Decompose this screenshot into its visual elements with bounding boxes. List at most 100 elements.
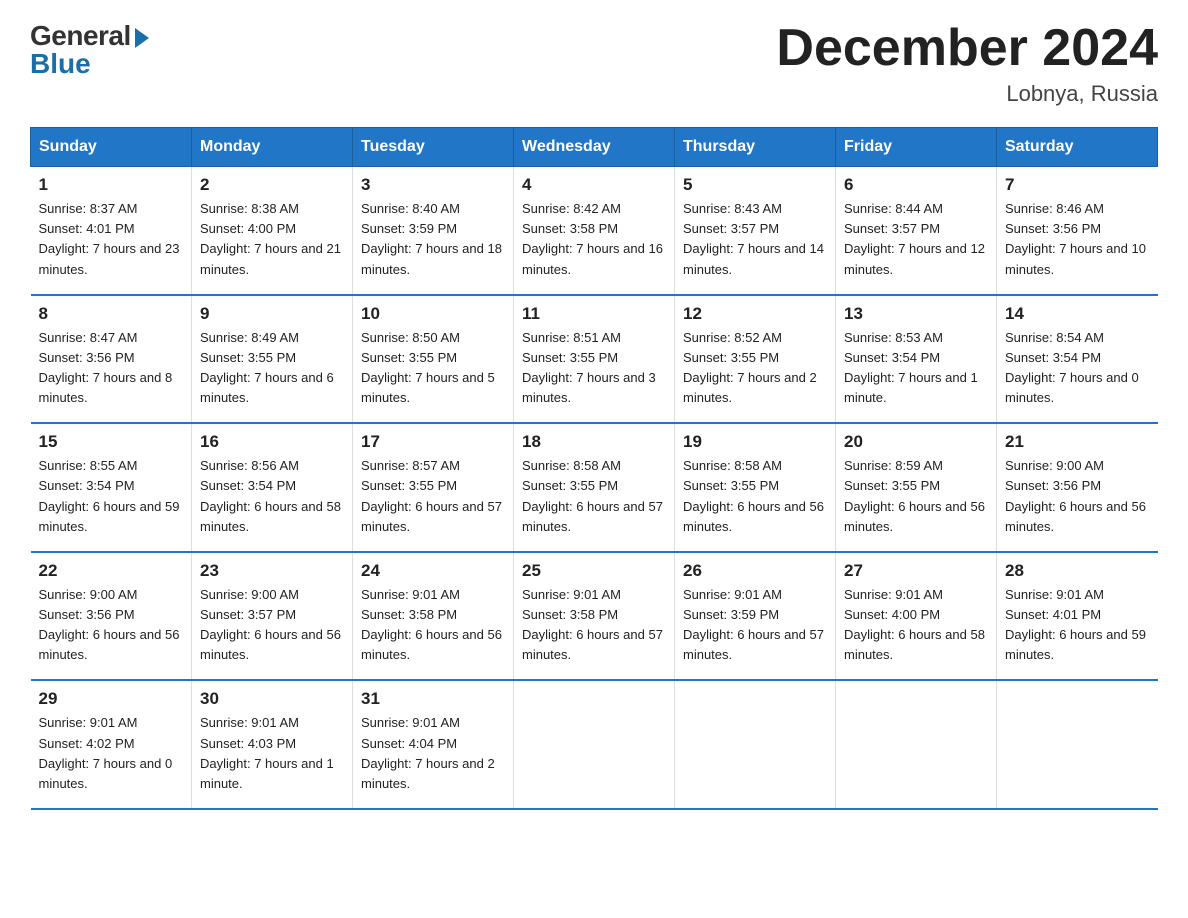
- day-info: Sunrise: 8:47 AMSunset: 3:56 PMDaylight:…: [39, 330, 173, 405]
- day-info: Sunrise: 9:01 AMSunset: 3:58 PMDaylight:…: [361, 587, 502, 662]
- day-info: Sunrise: 8:57 AMSunset: 3:55 PMDaylight:…: [361, 458, 502, 533]
- week-row-4: 22 Sunrise: 9:00 AMSunset: 3:56 PMDaylig…: [31, 552, 1158, 681]
- day-info: Sunrise: 8:49 AMSunset: 3:55 PMDaylight:…: [200, 330, 334, 405]
- day-info: Sunrise: 8:44 AMSunset: 3:57 PMDaylight:…: [844, 201, 985, 276]
- day-number: 12: [683, 304, 827, 324]
- day-number: 22: [39, 561, 184, 581]
- day-info: Sunrise: 9:01 AMSunset: 3:59 PMDaylight:…: [683, 587, 824, 662]
- day-info: Sunrise: 8:54 AMSunset: 3:54 PMDaylight:…: [1005, 330, 1139, 405]
- cell-week3-day6: 21 Sunrise: 9:00 AMSunset: 3:56 PMDaylig…: [997, 423, 1158, 552]
- cell-week1-day2: 3 Sunrise: 8:40 AMSunset: 3:59 PMDayligh…: [353, 167, 514, 295]
- day-info: Sunrise: 8:43 AMSunset: 3:57 PMDaylight:…: [683, 201, 824, 276]
- cell-week4-day4: 26 Sunrise: 9:01 AMSunset: 3:59 PMDaylig…: [675, 552, 836, 681]
- cell-week3-day4: 19 Sunrise: 8:58 AMSunset: 3:55 PMDaylig…: [675, 423, 836, 552]
- day-number: 13: [844, 304, 988, 324]
- cell-week1-day3: 4 Sunrise: 8:42 AMSunset: 3:58 PMDayligh…: [514, 167, 675, 295]
- day-info: Sunrise: 8:46 AMSunset: 3:56 PMDaylight:…: [1005, 201, 1146, 276]
- day-info: Sunrise: 9:01 AMSunset: 4:02 PMDaylight:…: [39, 715, 173, 790]
- cell-week5-day6: [997, 680, 1158, 809]
- cell-week2-day5: 13 Sunrise: 8:53 AMSunset: 3:54 PMDaylig…: [836, 295, 997, 424]
- calendar-table: SundayMondayTuesdayWednesdayThursdayFrid…: [30, 127, 1158, 810]
- day-info: Sunrise: 8:38 AMSunset: 4:00 PMDaylight:…: [200, 201, 341, 276]
- day-number: 21: [1005, 432, 1150, 452]
- day-info: Sunrise: 9:00 AMSunset: 3:56 PMDaylight:…: [1005, 458, 1146, 533]
- day-info: Sunrise: 8:56 AMSunset: 3:54 PMDaylight:…: [200, 458, 341, 533]
- day-number: 16: [200, 432, 344, 452]
- cell-week5-day3: [514, 680, 675, 809]
- cell-week2-day3: 11 Sunrise: 8:51 AMSunset: 3:55 PMDaylig…: [514, 295, 675, 424]
- day-number: 20: [844, 432, 988, 452]
- title-block: December 2024 Lobnya, Russia: [776, 20, 1158, 107]
- day-number: 11: [522, 304, 666, 324]
- header-saturday: Saturday: [997, 128, 1158, 167]
- day-number: 14: [1005, 304, 1150, 324]
- cell-week3-day5: 20 Sunrise: 8:59 AMSunset: 3:55 PMDaylig…: [836, 423, 997, 552]
- day-number: 10: [361, 304, 505, 324]
- cell-week5-day5: [836, 680, 997, 809]
- page-header: General Blue December 2024 Lobnya, Russi…: [30, 20, 1158, 107]
- day-number: 7: [1005, 175, 1150, 195]
- day-number: 3: [361, 175, 505, 195]
- day-number: 1: [39, 175, 184, 195]
- day-number: 26: [683, 561, 827, 581]
- cell-week4-day2: 24 Sunrise: 9:01 AMSunset: 3:58 PMDaylig…: [353, 552, 514, 681]
- day-info: Sunrise: 8:52 AMSunset: 3:55 PMDaylight:…: [683, 330, 817, 405]
- day-info: Sunrise: 8:51 AMSunset: 3:55 PMDaylight:…: [522, 330, 656, 405]
- day-number: 2: [200, 175, 344, 195]
- day-number: 19: [683, 432, 827, 452]
- cell-week2-day0: 8 Sunrise: 8:47 AMSunset: 3:56 PMDayligh…: [31, 295, 192, 424]
- week-row-5: 29 Sunrise: 9:01 AMSunset: 4:02 PMDaylig…: [31, 680, 1158, 809]
- day-number: 15: [39, 432, 184, 452]
- day-number: 24: [361, 561, 505, 581]
- cell-week1-day6: 7 Sunrise: 8:46 AMSunset: 3:56 PMDayligh…: [997, 167, 1158, 295]
- cell-week3-day3: 18 Sunrise: 8:58 AMSunset: 3:55 PMDaylig…: [514, 423, 675, 552]
- day-info: Sunrise: 8:50 AMSunset: 3:55 PMDaylight:…: [361, 330, 495, 405]
- week-row-1: 1 Sunrise: 8:37 AMSunset: 4:01 PMDayligh…: [31, 167, 1158, 295]
- logo: General Blue: [30, 20, 149, 80]
- day-info: Sunrise: 8:58 AMSunset: 3:55 PMDaylight:…: [522, 458, 663, 533]
- day-number: 23: [200, 561, 344, 581]
- cell-week5-day1: 30 Sunrise: 9:01 AMSunset: 4:03 PMDaylig…: [192, 680, 353, 809]
- day-info: Sunrise: 8:53 AMSunset: 3:54 PMDaylight:…: [844, 330, 978, 405]
- cell-week1-day4: 5 Sunrise: 8:43 AMSunset: 3:57 PMDayligh…: [675, 167, 836, 295]
- day-number: 28: [1005, 561, 1150, 581]
- cell-week2-day6: 14 Sunrise: 8:54 AMSunset: 3:54 PMDaylig…: [997, 295, 1158, 424]
- cell-week5-day2: 31 Sunrise: 9:01 AMSunset: 4:04 PMDaylig…: [353, 680, 514, 809]
- day-info: Sunrise: 9:01 AMSunset: 4:01 PMDaylight:…: [1005, 587, 1146, 662]
- cell-week2-day2: 10 Sunrise: 8:50 AMSunset: 3:55 PMDaylig…: [353, 295, 514, 424]
- day-info: Sunrise: 8:37 AMSunset: 4:01 PMDaylight:…: [39, 201, 180, 276]
- day-info: Sunrise: 9:01 AMSunset: 3:58 PMDaylight:…: [522, 587, 663, 662]
- day-number: 6: [844, 175, 988, 195]
- header-tuesday: Tuesday: [353, 128, 514, 167]
- day-number: 30: [200, 689, 344, 709]
- cell-week1-day5: 6 Sunrise: 8:44 AMSunset: 3:57 PMDayligh…: [836, 167, 997, 295]
- header-thursday: Thursday: [675, 128, 836, 167]
- day-info: Sunrise: 9:00 AMSunset: 3:57 PMDaylight:…: [200, 587, 341, 662]
- cell-week4-day0: 22 Sunrise: 9:00 AMSunset: 3:56 PMDaylig…: [31, 552, 192, 681]
- day-number: 27: [844, 561, 988, 581]
- day-info: Sunrise: 8:42 AMSunset: 3:58 PMDaylight:…: [522, 201, 663, 276]
- logo-arrow-icon: [135, 28, 149, 48]
- day-info: Sunrise: 8:59 AMSunset: 3:55 PMDaylight:…: [844, 458, 985, 533]
- cell-week4-day6: 28 Sunrise: 9:01 AMSunset: 4:01 PMDaylig…: [997, 552, 1158, 681]
- week-row-2: 8 Sunrise: 8:47 AMSunset: 3:56 PMDayligh…: [31, 295, 1158, 424]
- day-number: 4: [522, 175, 666, 195]
- day-info: Sunrise: 9:01 AMSunset: 4:00 PMDaylight:…: [844, 587, 985, 662]
- cell-week4-day5: 27 Sunrise: 9:01 AMSunset: 4:00 PMDaylig…: [836, 552, 997, 681]
- day-number: 17: [361, 432, 505, 452]
- day-number: 5: [683, 175, 827, 195]
- day-number: 29: [39, 689, 184, 709]
- cell-week3-day0: 15 Sunrise: 8:55 AMSunset: 3:54 PMDaylig…: [31, 423, 192, 552]
- day-info: Sunrise: 9:01 AMSunset: 4:04 PMDaylight:…: [361, 715, 495, 790]
- logo-blue-text: Blue: [30, 48, 91, 80]
- day-info: Sunrise: 8:58 AMSunset: 3:55 PMDaylight:…: [683, 458, 824, 533]
- cell-week5-day0: 29 Sunrise: 9:01 AMSunset: 4:02 PMDaylig…: [31, 680, 192, 809]
- day-number: 18: [522, 432, 666, 452]
- cell-week3-day2: 17 Sunrise: 8:57 AMSunset: 3:55 PMDaylig…: [353, 423, 514, 552]
- day-number: 8: [39, 304, 184, 324]
- header-friday: Friday: [836, 128, 997, 167]
- day-info: Sunrise: 8:40 AMSunset: 3:59 PMDaylight:…: [361, 201, 502, 276]
- cell-week1-day0: 1 Sunrise: 8:37 AMSunset: 4:01 PMDayligh…: [31, 167, 192, 295]
- day-number: 31: [361, 689, 505, 709]
- cell-week4-day3: 25 Sunrise: 9:01 AMSunset: 3:58 PMDaylig…: [514, 552, 675, 681]
